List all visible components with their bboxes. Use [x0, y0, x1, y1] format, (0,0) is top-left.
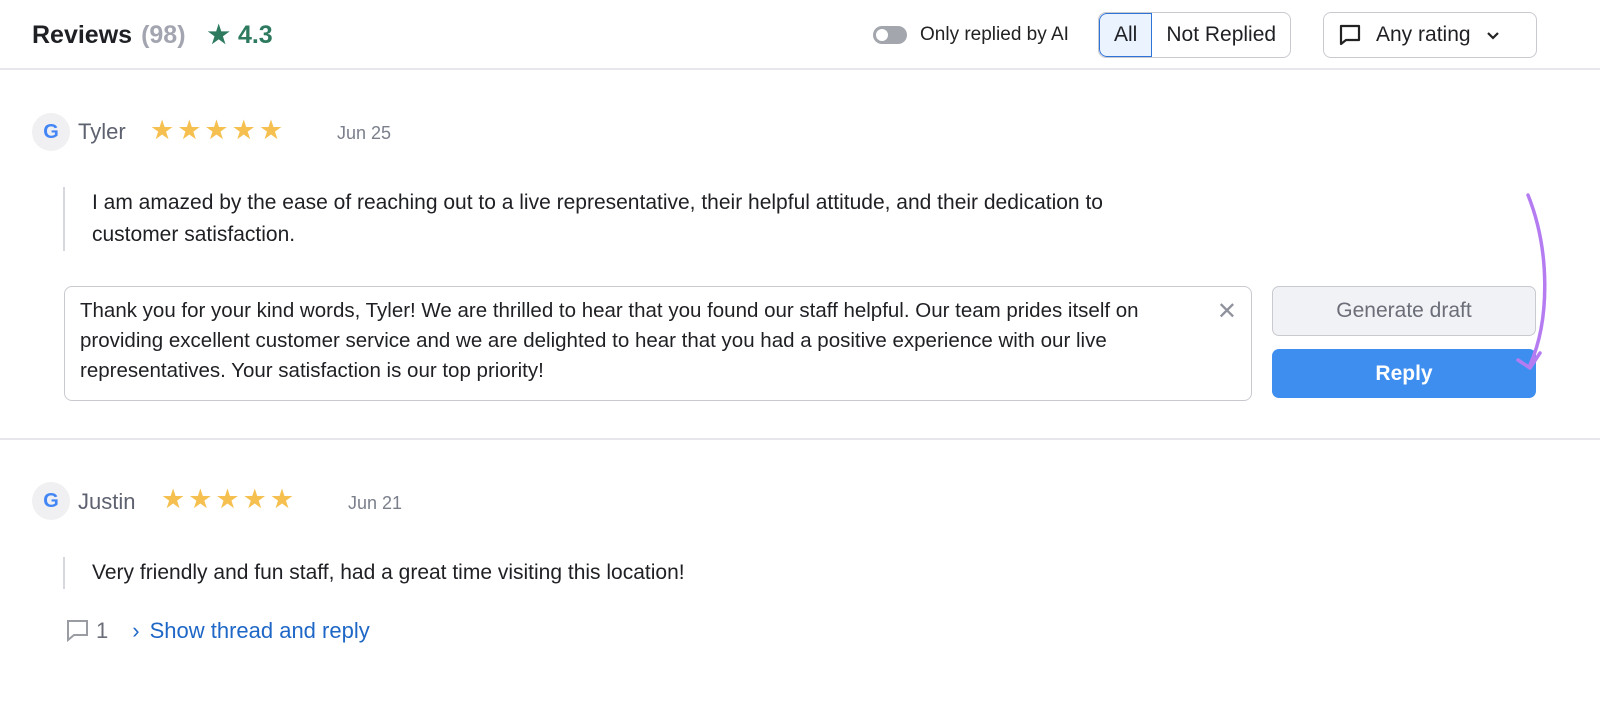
- review-date: Jun 21: [348, 493, 403, 513]
- review-author: Justin: [78, 489, 136, 514]
- page-title: Reviews (98) ★ 4.3: [32, 20, 273, 50]
- filter-not-replied[interactable]: Not Replied: [1152, 13, 1290, 57]
- chevron-down-icon: [1486, 32, 1499, 40]
- star-icon: ★: [207, 21, 230, 49]
- reply-button[interactable]: Reply: [1272, 349, 1536, 398]
- thread-row: 1 › Show thread and reply: [66, 618, 370, 644]
- comment-icon: [1339, 24, 1361, 46]
- star-rating: ★★★★★: [161, 484, 298, 514]
- review-date: Jun 25: [337, 123, 392, 143]
- ai-replied-toggle[interactable]: [873, 26, 907, 44]
- generate-draft-button[interactable]: Generate draft: [1272, 286, 1536, 336]
- reply-textarea[interactable]: Thank you for your kind words, Tyler! We…: [64, 286, 1252, 401]
- arrow-annotation-icon: [1516, 193, 1547, 370]
- review-text: I am amazed by the ease of reaching out …: [63, 187, 1163, 251]
- review-author: Tyler: [78, 119, 126, 144]
- toggle-label: Only replied by AI: [920, 24, 1069, 45]
- comment-count: 1: [96, 618, 109, 643]
- filter-all[interactable]: All: [1099, 13, 1153, 57]
- reply-filter: All Not Replied: [1098, 12, 1292, 58]
- close-icon[interactable]: ✕: [1217, 297, 1237, 327]
- reviews-header: Reviews (98) ★ 4.3 Only replied by AI All…: [0, 0, 1600, 70]
- review-text: Very friendly and fun staff, had a great…: [63, 557, 685, 589]
- chevron-right-icon[interactable]: ›: [132, 618, 139, 644]
- average-rating: ★ 4.3: [208, 20, 273, 50]
- review-count: (98): [141, 20, 186, 49]
- rating-value: 4.3: [237, 20, 273, 49]
- rating-dropdown[interactable]: Any rating: [1323, 12, 1537, 58]
- reply-draft-text: Thank you for your kind words, Tyler! We…: [80, 299, 1139, 382]
- star-rating: ★★★★★: [150, 115, 287, 145]
- google-icon: G: [32, 113, 70, 151]
- dropdown-value: Any rating: [1376, 23, 1471, 46]
- title-text: Reviews: [32, 20, 133, 49]
- google-icon: G: [32, 482, 70, 520]
- show-thread-link[interactable]: Show thread and reply: [150, 618, 370, 644]
- comment-icon: [67, 620, 88, 643]
- divider: [0, 438, 1600, 440]
